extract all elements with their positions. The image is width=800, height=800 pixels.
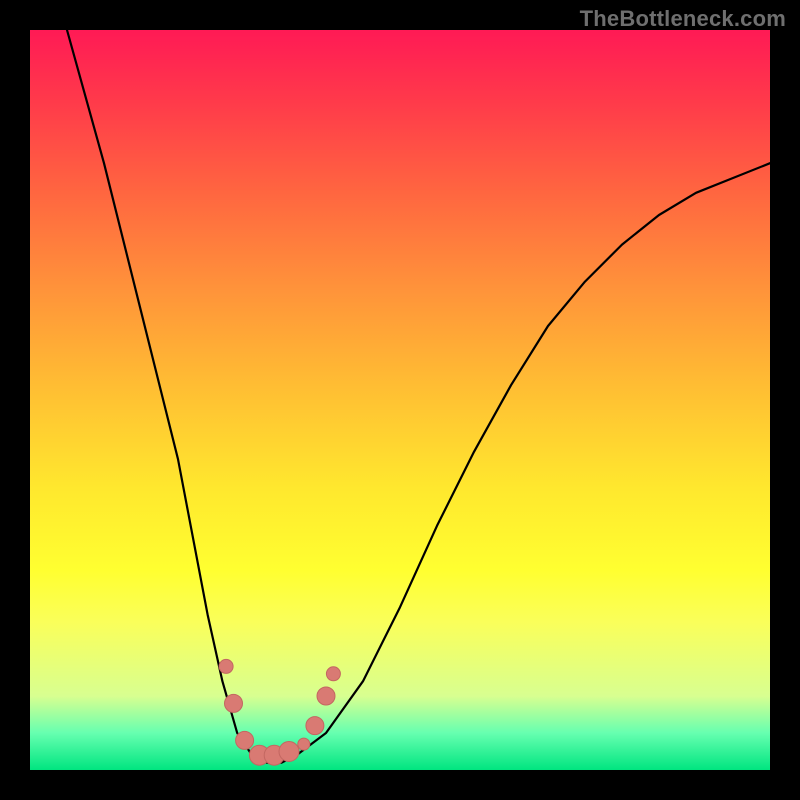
curve-marker — [326, 667, 340, 681]
watermark-text: TheBottleneck.com — [580, 6, 786, 32]
curve-marker — [236, 731, 254, 749]
bottleneck-curve — [67, 30, 770, 763]
curve-marker — [225, 694, 243, 712]
curve-marker — [298, 738, 310, 750]
curve-marker — [279, 742, 299, 762]
curve-marker — [306, 717, 324, 735]
curve-markers — [219, 659, 340, 765]
chart-frame: TheBottleneck.com — [0, 0, 800, 800]
curve-svg — [30, 30, 770, 770]
bottleneck-curve-path — [67, 30, 770, 763]
plot-area — [30, 30, 770, 770]
curve-marker — [317, 687, 335, 705]
curve-marker — [219, 659, 233, 673]
